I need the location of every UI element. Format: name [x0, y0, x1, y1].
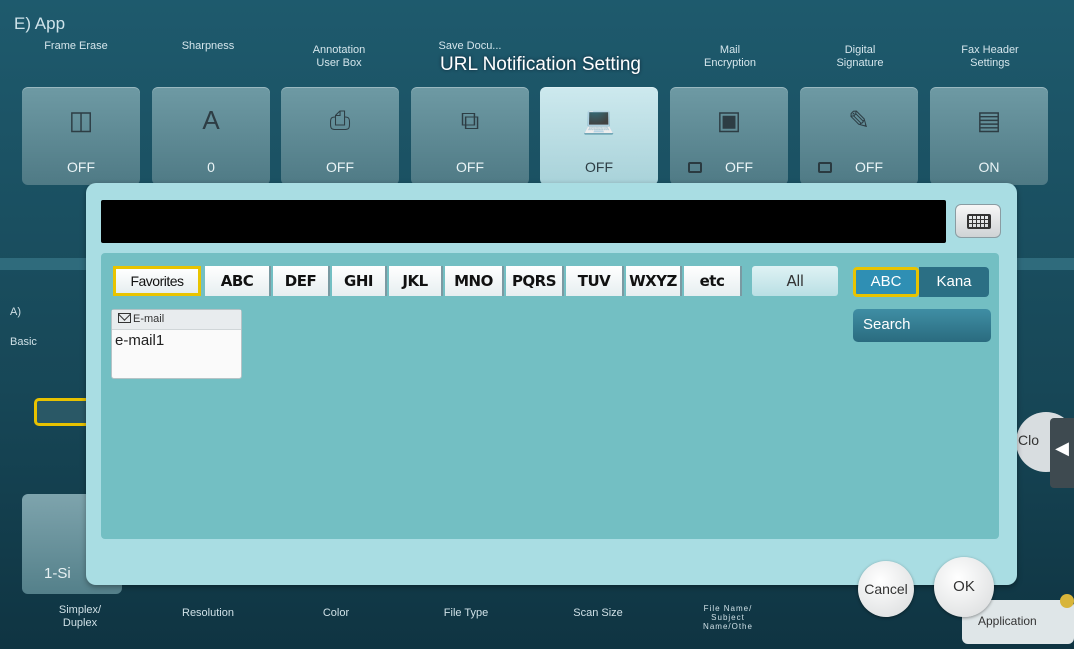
arrow-left-icon[interactable]: ◀	[1050, 418, 1074, 488]
url-notification-icon: 💻	[582, 105, 616, 135]
index-tab-def[interactable]: DEF	[273, 266, 330, 296]
tab-label-digital-signature: Digital Signature	[836, 44, 884, 69]
keyboard-button[interactable]	[955, 204, 1001, 238]
app-title: E) App	[14, 14, 66, 33]
destination-type: E-mail	[112, 310, 241, 330]
keyboard-icon	[967, 214, 991, 229]
index-tab-pqrs[interactable]: PQRS	[506, 266, 564, 296]
annotation-value: OFF	[326, 159, 354, 175]
frame-erase-value: OFF	[67, 159, 95, 175]
save-document-value: OFF	[456, 159, 484, 175]
destination-card[interactable]: E-mail e-mail1	[111, 309, 242, 379]
tab-label-frame-erase: Frame Erase	[44, 40, 108, 52]
frame-erase-button[interactable]: ◫ OFF	[22, 87, 140, 185]
mode-kana-toggle[interactable]: Kana	[919, 267, 989, 297]
divider-strip	[0, 258, 86, 270]
digital-signature-icon: ✎	[848, 105, 870, 135]
index-tab-etc[interactable]: etc	[684, 266, 742, 296]
mail-encryption-icon: ▣	[716, 105, 742, 135]
annotation-user-box-button[interactable]: ⎙ OFF	[281, 87, 399, 185]
bottom-tab-scan-size[interactable]: Scan Size	[538, 607, 658, 620]
ok-button[interactable]: OK	[934, 557, 994, 617]
index-tab-abc[interactable]: ABC	[205, 266, 271, 296]
tab-label-save-document: Save Docu...	[438, 40, 502, 52]
divider-strip	[1017, 258, 1074, 270]
sharpness-button[interactable]: A 0	[152, 87, 270, 185]
notification-dot	[1060, 594, 1074, 608]
selected-option-icon[interactable]	[34, 398, 94, 426]
tab-label-annotation-user-box: Annotation User Box	[312, 44, 366, 69]
index-tab-jkl[interactable]: JKL	[389, 266, 443, 296]
digital-signature-button[interactable]: ✎ OFF	[800, 87, 918, 185]
mode-abc-toggle[interactable]: ABC	[853, 267, 919, 297]
section-label-basic: Basic	[10, 336, 37, 348]
index-tab-mno[interactable]: MNO	[445, 266, 504, 296]
bottom-tab-resolution[interactable]: Resolution	[148, 607, 268, 620]
bottom-tab-file-name[interactable]: File Name/ Subject Name/Othe	[668, 604, 788, 631]
index-tab-tuv[interactable]: TUV	[566, 266, 624, 296]
sharpness-icon: A	[202, 105, 220, 135]
save-document-button[interactable]: ⧉ OFF	[411, 87, 529, 185]
mail-icon	[118, 313, 131, 323]
save-document-icon: ⧉	[460, 105, 480, 135]
destination-type-label: E-mail	[133, 313, 165, 325]
sharpness-value: 0	[207, 159, 215, 175]
bottom-tab-simplex-duplex[interactable]: Simplex/ Duplex	[20, 604, 140, 630]
tab-label-mail-encryption: Mail Encryption	[704, 44, 756, 69]
cancel-button[interactable]: Cancel	[858, 561, 914, 617]
frame-erase-icon: ◫	[68, 105, 94, 135]
url-notification-value: OFF	[585, 159, 613, 175]
mail-encryption-button[interactable]: ▣ OFF	[670, 87, 788, 185]
url-notification-button[interactable]: 💻 OFF	[540, 87, 658, 185]
index-tab-wxyz[interactable]: WXYZ	[626, 266, 682, 296]
one-sided-label: 1-Si	[44, 565, 71, 582]
fax-header-icon: ▤	[976, 105, 1002, 135]
index-tab-ghi[interactable]: GHI	[332, 266, 387, 296]
mail-encryption-value: OFF	[725, 159, 753, 175]
tab-label-fax-header: Fax Header Settings	[961, 44, 1019, 69]
user-box-icon: ⎙	[329, 105, 351, 135]
bottom-tab-color[interactable]: Color	[276, 607, 396, 620]
index-tab-favorites[interactable]: Favorites	[113, 266, 201, 296]
tab-label-sharpness: Sharpness	[181, 40, 235, 52]
bottom-tab-file-type[interactable]: File Type	[406, 607, 526, 620]
section-label-a: A)	[10, 306, 21, 318]
fax-header-value: ON	[978, 159, 1000, 175]
destination-entry-field[interactable]	[101, 200, 946, 243]
digital-signature-value: OFF	[855, 159, 883, 175]
index-tab-all[interactable]: All	[752, 266, 838, 296]
fax-header-button[interactable]: ▤ ON	[930, 87, 1048, 185]
dialog-title: URL Notification Setting	[440, 54, 642, 75]
destination-name: e-mail1	[115, 332, 165, 349]
search-button[interactable]: Search	[853, 309, 991, 342]
